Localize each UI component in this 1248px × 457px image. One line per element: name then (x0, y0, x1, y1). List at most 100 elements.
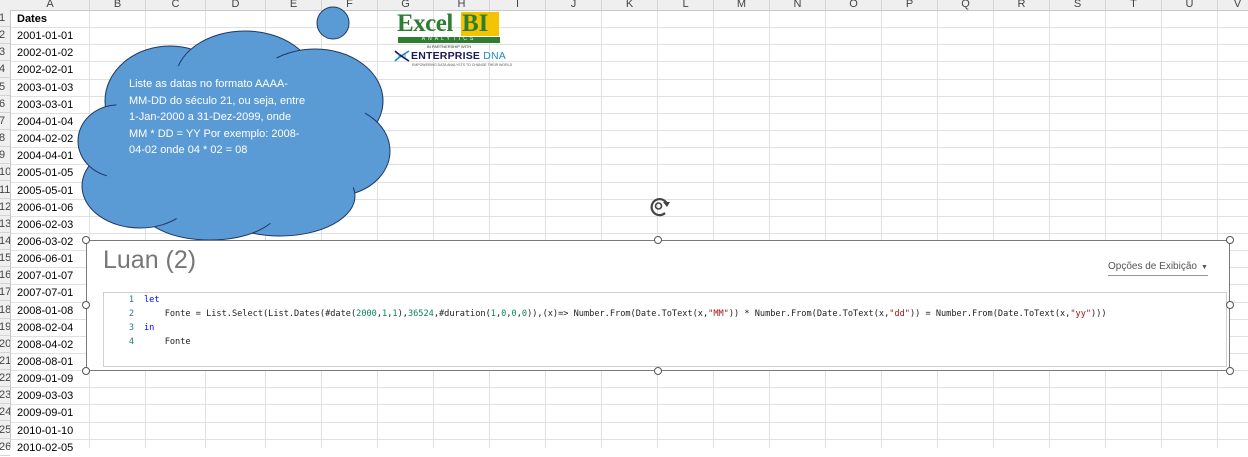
row-header-20[interactable]: 20 (0, 336, 10, 353)
resize-handle-top-left[interactable] (82, 236, 90, 244)
date-cell[interactable]: 2009-09-01 (17, 405, 73, 422)
callout-line: Liste as datas no formato AAAA- (129, 78, 288, 90)
resize-handle-bottom-center[interactable] (654, 367, 662, 375)
date-cell[interactable]: 2010-02-05 (17, 440, 73, 457)
view-options-label: Opções de Exibição (1108, 261, 1197, 272)
date-cell[interactable]: 2003-01-03 (17, 80, 73, 97)
row-header-8[interactable]: 8 (0, 130, 10, 148)
date-cell[interactable]: 2008-04-02 (17, 337, 73, 354)
row-header-22[interactable]: 22 (0, 370, 10, 388)
row-header-5[interactable]: 5 (0, 79, 10, 96)
resize-handle-middle-left[interactable] (82, 301, 90, 309)
row-header-12[interactable]: 12 (0, 199, 10, 216)
date-cell[interactable]: 2004-04-01 (17, 148, 73, 165)
row-header-3[interactable]: 3 (0, 44, 10, 62)
row-header-15[interactable]: 15 (0, 250, 10, 268)
gridline-vertical (1161, 11, 1162, 448)
date-cell[interactable]: 2006-02-03 (17, 217, 73, 234)
resize-handle-bottom-right[interactable] (1226, 367, 1234, 375)
row-header-21[interactable]: 21 (0, 353, 10, 370)
row-header-1[interactable]: 1 (0, 10, 10, 27)
code-number: 2000 (356, 309, 377, 319)
code-text: ))) (1091, 309, 1107, 319)
date-cell[interactable]: 2003-03-01 (17, 97, 73, 114)
code-text: ), (397, 309, 408, 319)
date-cell[interactable]: 2008-08-01 (17, 354, 73, 371)
date-cell[interactable]: 2002-02-01 (17, 62, 73, 79)
resize-handle-top-right[interactable] (1226, 236, 1234, 244)
column-header-h[interactable]: H (434, 0, 490, 10)
date-cell[interactable]: 2009-03-03 (17, 388, 73, 405)
row-header-19[interactable]: 19 (0, 319, 10, 336)
resize-handle-middle-right[interactable] (1226, 301, 1234, 309)
cell-a1-header[interactable]: Dates (17, 11, 47, 28)
row-header-18[interactable]: 18 (0, 302, 10, 319)
column-header-u[interactable]: U (1162, 0, 1218, 10)
column-header-j[interactable]: J (546, 0, 602, 10)
column-header-v[interactable]: V (1218, 0, 1248, 10)
column-header-n[interactable]: N (770, 0, 826, 10)
code-editor[interactable] (103, 292, 1227, 367)
row-header-2[interactable]: 2 (0, 27, 10, 45)
gridline-vertical (993, 11, 994, 448)
column-header-q[interactable]: Q (938, 0, 994, 10)
row-header-25[interactable]: 25 (0, 422, 10, 439)
gridline-vertical (1049, 11, 1050, 448)
date-cell[interactable]: 2009-01-09 (17, 371, 73, 388)
date-cell[interactable]: 2005-01-05 (17, 165, 73, 182)
date-cell[interactable]: 2007-01-07 (17, 268, 73, 285)
code-text: Fonte (144, 337, 191, 347)
column-header-o[interactable]: O (826, 0, 882, 10)
row-header-16[interactable]: 16 (0, 267, 10, 285)
logo-enterprise-text: ENTERPRISE DNA (411, 50, 506, 62)
column-header-l[interactable]: L (658, 0, 714, 10)
callout-line: MM * DD = YY Por exemplo: 2008- (129, 127, 300, 140)
column-header-s[interactable]: S (1050, 0, 1106, 10)
code-string: "yy" (1070, 309, 1092, 319)
resize-handle-top-center[interactable] (654, 236, 662, 244)
row-header-11[interactable]: 11 (0, 182, 10, 199)
column-header-m[interactable]: M (714, 0, 770, 10)
gridline-vertical (657, 11, 658, 448)
date-cell[interactable]: 2005-05-01 (17, 183, 73, 200)
row-header-24[interactable]: 24 (0, 404, 10, 422)
row-header-4[interactable]: 4 (0, 61, 10, 79)
row-header-13[interactable]: 13 (0, 216, 10, 233)
date-cell[interactable]: 2010-01-10 (17, 423, 73, 440)
code-line-3: 3 in (104, 321, 155, 335)
column-header-i[interactable]: I (490, 0, 546, 10)
date-cell[interactable]: 2001-01-01 (17, 28, 73, 45)
gridline-horizontal (11, 421, 1248, 423)
row-header-6[interactable]: 6 (0, 96, 10, 113)
date-cell[interactable]: 2006-01-06 (17, 200, 73, 217)
row-header-26[interactable]: 26 (0, 439, 10, 456)
column-header-r[interactable]: R (994, 0, 1050, 10)
column-header-t[interactable]: T (1106, 0, 1162, 10)
line-number: 2 (128, 309, 134, 319)
date-cell[interactable]: 2007-07-01 (17, 285, 73, 302)
caret-down-icon: ▼ (1200, 264, 1208, 271)
column-header-k[interactable]: K (602, 0, 658, 10)
view-options-dropdown[interactable]: Opções de Exibição ▼ (1108, 261, 1208, 276)
date-cell[interactable]: 2006-06-01 (17, 251, 73, 268)
date-cell[interactable]: 2006-03-02 (17, 234, 73, 251)
row-header-23[interactable]: 23 (0, 387, 10, 405)
resize-handle-bottom-left[interactable] (82, 367, 90, 375)
row-header-14[interactable]: 14 (0, 233, 10, 250)
date-cell[interactable]: 2002-01-02 (17, 45, 73, 62)
date-cell[interactable]: 2008-01-08 (17, 303, 73, 320)
date-cell[interactable]: 2004-01-04 (17, 114, 73, 131)
line-number: 4 (128, 337, 134, 347)
row-header-17[interactable]: 17 (0, 284, 10, 302)
row-header-10[interactable]: 10 (0, 164, 10, 182)
gridline-vertical (433, 11, 434, 448)
logo-analytics-text: ANALYTICS (421, 36, 477, 42)
date-cell[interactable]: 2004-02-02 (17, 131, 73, 148)
row-header-9[interactable]: 9 (0, 147, 10, 165)
gridline-vertical (825, 11, 826, 448)
row-header-7[interactable]: 7 (0, 113, 10, 130)
logo-enterprise-word: ENTERPRISE (411, 50, 481, 62)
rotate-handle-icon[interactable] (646, 194, 676, 220)
date-cell[interactable]: 2008-02-04 (17, 320, 73, 337)
column-header-p[interactable]: P (882, 0, 938, 10)
